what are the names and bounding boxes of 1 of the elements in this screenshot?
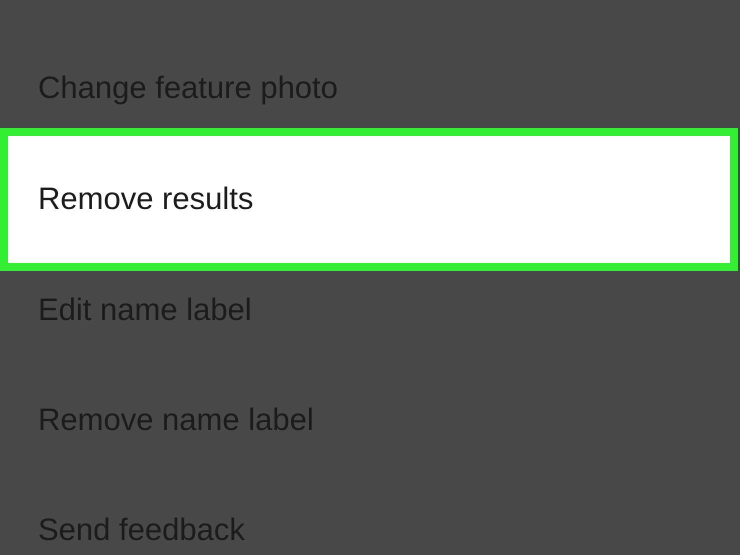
menu-item[interactable]: Remove results	[0, 128, 738, 270]
